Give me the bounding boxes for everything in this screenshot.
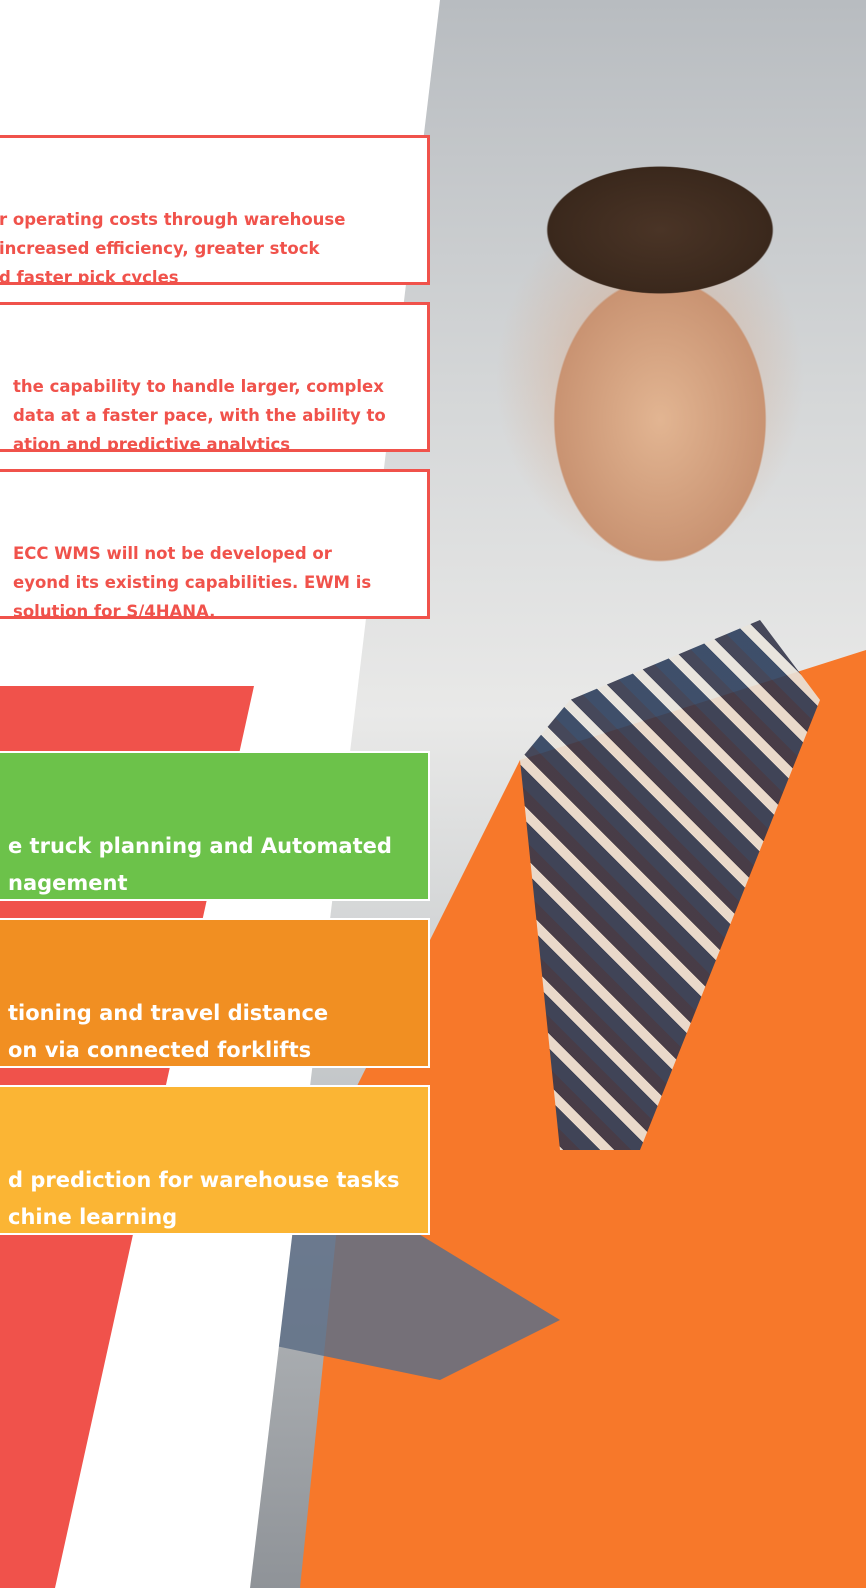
benefit-card-2: the capability to handle larger, complex…	[0, 302, 430, 452]
feature-text-3: d prediction for warehouse tasks chine l…	[8, 1168, 400, 1229]
benefit-card-3: ECC WMS will not be developed or eyond i…	[0, 469, 430, 619]
feature-card-3: d prediction for warehouse tasks chine l…	[0, 1085, 430, 1235]
feature-text-1: e truck planning and Automated nagement	[8, 834, 392, 895]
benefit-text-2: the capability to handle larger, complex…	[13, 377, 386, 452]
feature-card-1: e truck planning and Automated nagement	[0, 751, 430, 901]
benefit-text-3: ECC WMS will not be developed or eyond i…	[13, 544, 372, 619]
feature-text-2: tioning and travel distance on via conne…	[8, 1001, 329, 1062]
feature-card-2: tioning and travel distance on via conne…	[0, 918, 430, 1068]
benefit-text-1: r operating costs through warehouse incr…	[0, 210, 346, 285]
benefit-card-1: r operating costs through warehouse incr…	[0, 135, 430, 285]
